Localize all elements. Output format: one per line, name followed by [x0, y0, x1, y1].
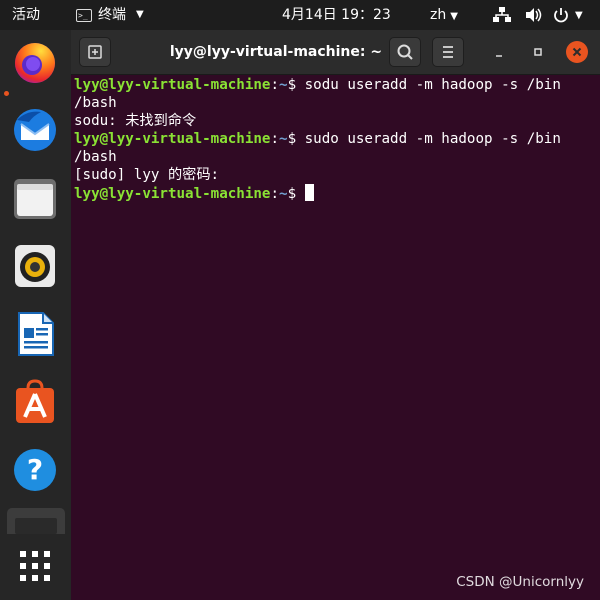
top-bar: 活动 终端 ▼ 4月14日 19：23 zh▼ ▼ — [0, 0, 600, 31]
show-applications-icon[interactable] — [11, 542, 59, 590]
close-button[interactable] — [566, 41, 588, 63]
firefox-icon[interactable] — [11, 38, 59, 86]
minimize-icon — [496, 55, 502, 57]
running-indicator — [4, 91, 9, 96]
minimize-button[interactable] — [488, 41, 510, 63]
terminal-line: /bash — [74, 95, 117, 111]
chevron-down-icon: ▼ — [136, 9, 144, 20]
network-icon[interactable] — [493, 0, 511, 30]
prompt-user: lyy@lyy-virtual-machine — [74, 131, 271, 147]
clock[interactable]: 4月14日 19：23 — [282, 0, 391, 30]
command-text: $ sodu useradd -m hadoop -s /bin — [287, 77, 561, 93]
new-tab-button[interactable] — [79, 37, 111, 67]
window-title: lyy@lyy-virtual-machine: ~ — [169, 44, 383, 60]
command-text: $ — [287, 186, 305, 202]
terminal-line: lyy@lyy-virtual-machine:~$ sudo useradd … — [74, 131, 561, 147]
new-tab-icon — [88, 45, 102, 59]
maximize-button[interactable] — [527, 41, 549, 63]
software-center-icon[interactable] — [11, 378, 59, 426]
close-icon — [572, 47, 582, 57]
hamburger-icon — [443, 46, 453, 58]
volume-icon[interactable] — [525, 0, 543, 30]
chevron-down-icon: ▼ — [575, 9, 583, 21]
text-cursor — [304, 184, 314, 201]
search-button[interactable] — [389, 37, 421, 67]
svg-text:?: ? — [27, 453, 43, 486]
terminal-line: lyy@lyy-virtual-machine:~$ sodu useradd … — [74, 77, 561, 93]
power-menu[interactable]: ▼ — [553, 0, 583, 30]
app-menu-button[interactable]: 终端 ▼ — [76, 0, 144, 31]
terminal-output[interactable]: lyy@lyy-virtual-machine:~$ sodu useradd … — [74, 76, 596, 203]
prompt-path: ~ — [279, 186, 288, 202]
files-icon[interactable] — [11, 174, 59, 222]
search-icon — [397, 44, 413, 60]
header-bar: lyy@lyy-virtual-machine: ~ — [71, 30, 600, 75]
terminal-line: /bash — [74, 149, 117, 165]
terminal-line: [sudo] lyy 的密码: — [74, 167, 220, 183]
terminal-line: lyy@lyy-virtual-machine:~$ — [74, 184, 596, 203]
thunderbird-icon[interactable] — [11, 106, 59, 154]
menu-button[interactable] — [432, 37, 464, 67]
app-menu-label: 终端 — [98, 7, 126, 23]
terminal-icon[interactable] — [5, 506, 67, 534]
terminal-line: sodu: 未找到命令 — [74, 113, 197, 129]
terminal-icon — [76, 1, 92, 31]
prompt-path: ~ — [279, 131, 288, 147]
watermark: CSDN @Unicornlyy — [456, 574, 584, 590]
command-text: $ sudo useradd -m hadoop -s /bin — [287, 131, 561, 147]
chevron-down-icon: ▼ — [450, 11, 458, 22]
prompt-user: lyy@lyy-virtual-machine — [74, 186, 271, 202]
libreoffice-writer-icon[interactable] — [11, 310, 59, 358]
maximize-icon — [534, 48, 542, 56]
prompt-user: lyy@lyy-virtual-machine — [74, 77, 271, 93]
power-icon — [554, 8, 568, 23]
input-method-menu[interactable]: zh ▼ — [430, 0, 458, 30]
terminal-window: lyy@lyy-virtual-machine: ~ lyy@lyy-virtu… — [71, 30, 600, 600]
input-method-label: zh — [430, 7, 447, 23]
rhythmbox-icon[interactable] — [11, 242, 59, 290]
activities-button[interactable]: 活动 — [12, 0, 40, 30]
prompt-path: ~ — [279, 77, 288, 93]
help-icon[interactable]: ? — [11, 446, 59, 494]
dock: ? — [0, 30, 71, 600]
